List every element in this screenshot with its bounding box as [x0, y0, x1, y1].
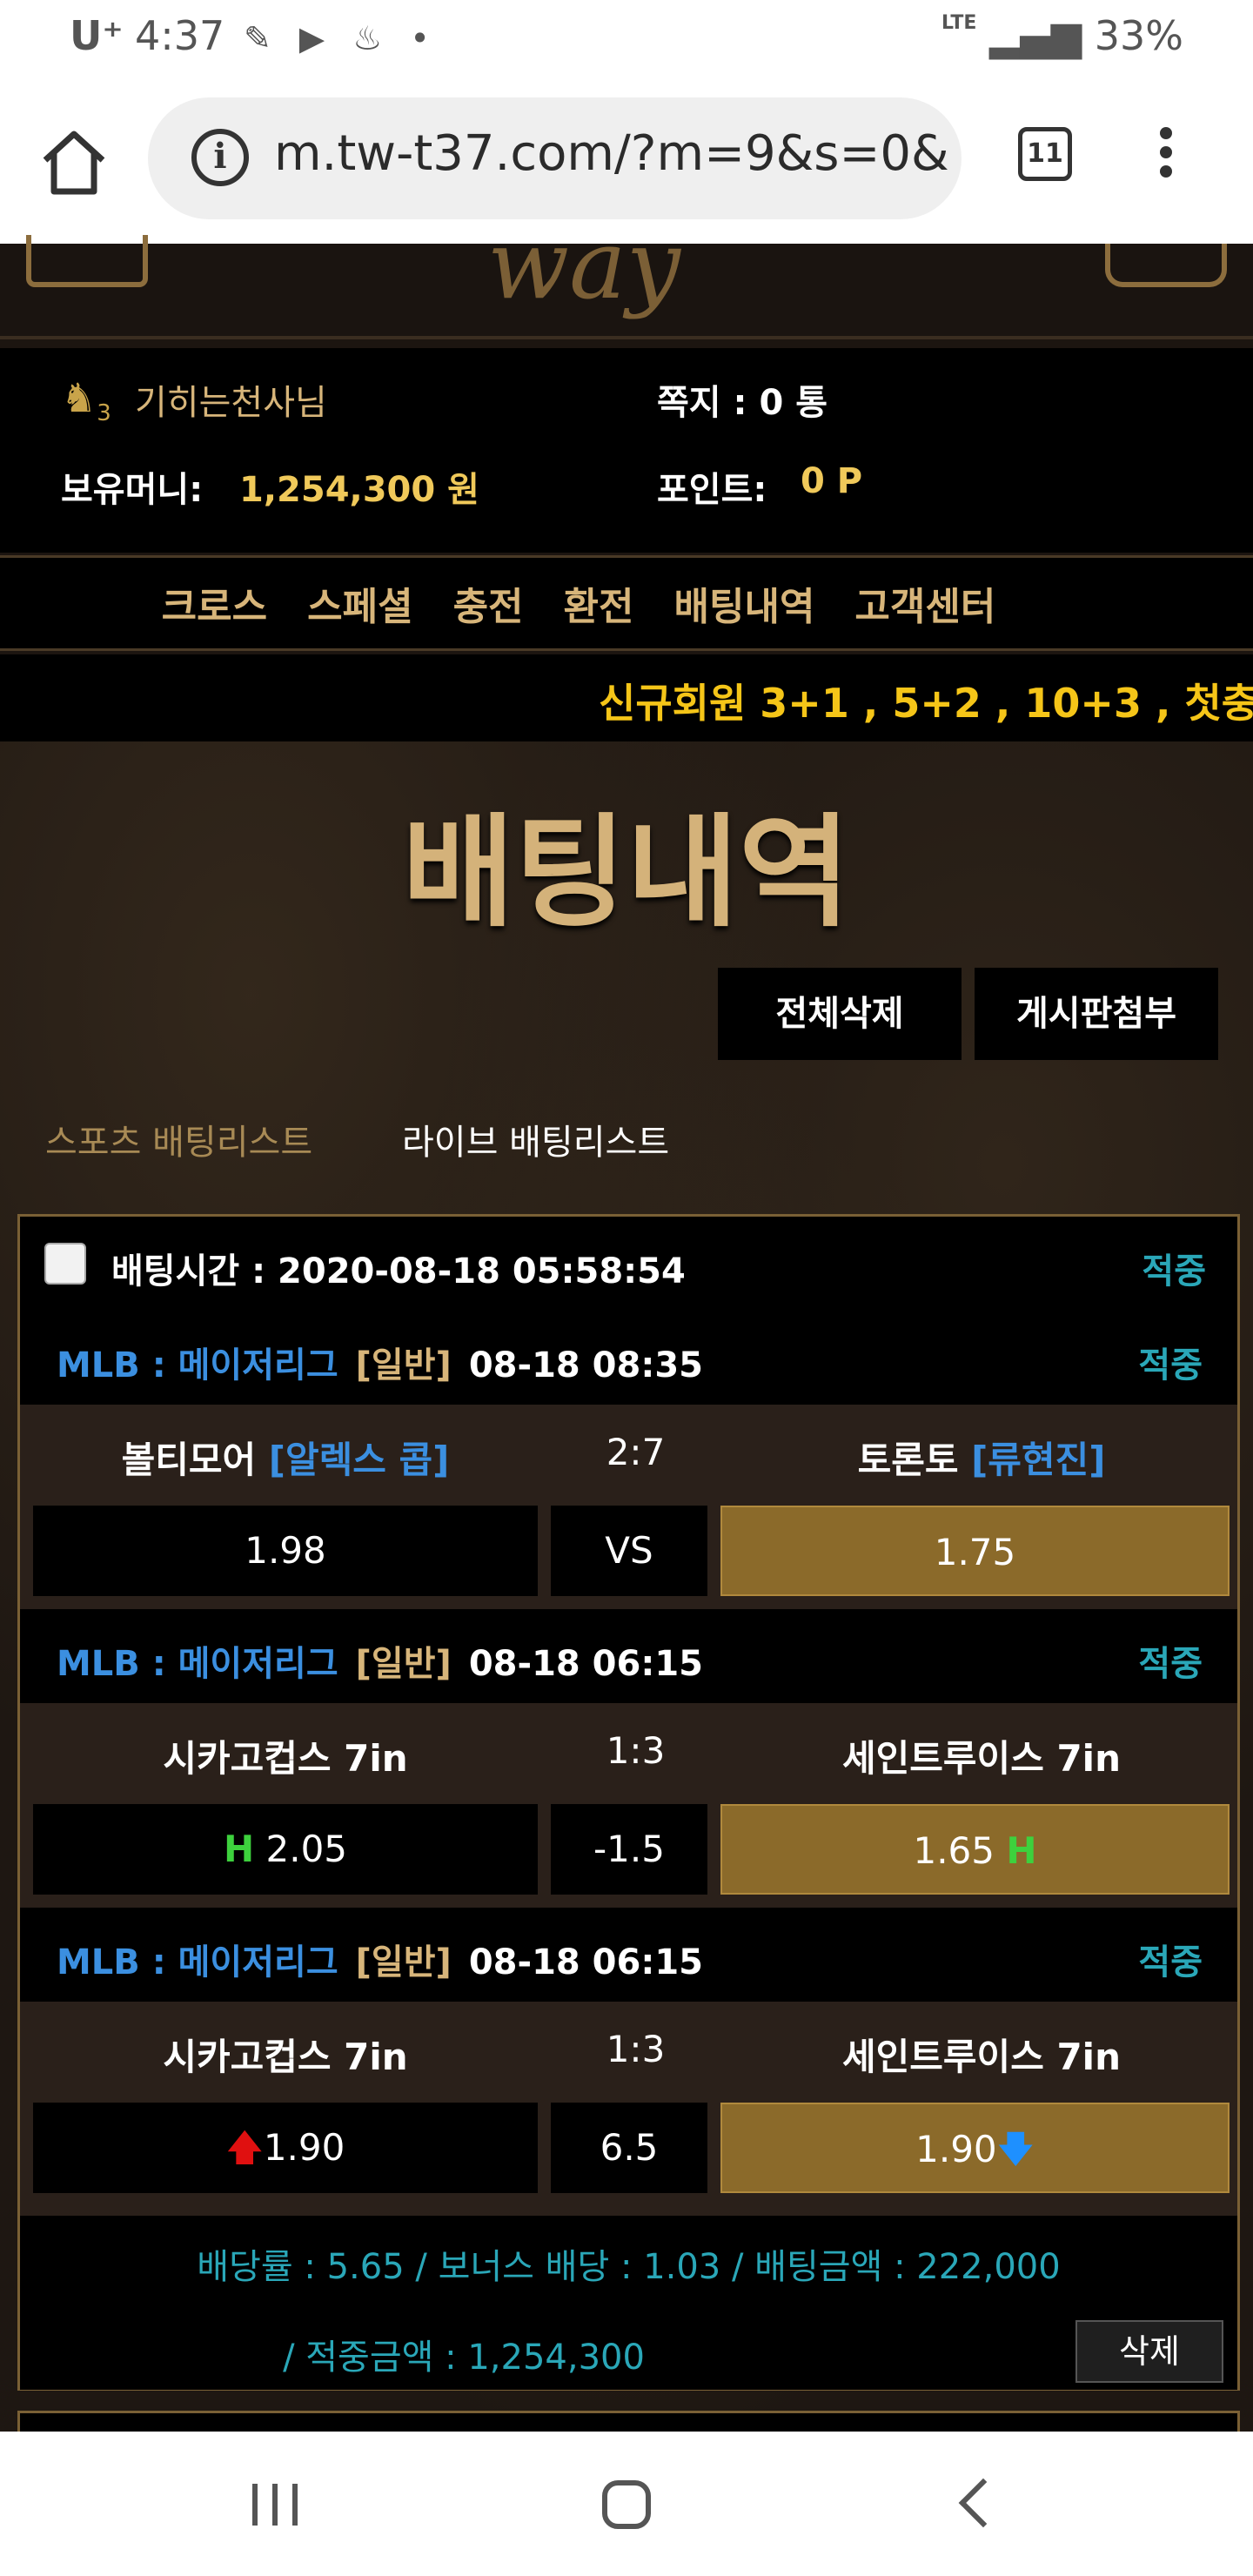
summary-win-amount: / 적중금액 : 1,254,300: [283, 2338, 645, 2378]
home-icon[interactable]: [35, 124, 113, 202]
money-label: 보유머니:: [61, 470, 204, 510]
game-score: 1:3: [606, 2028, 666, 2070]
more-menu-icon[interactable]: [1149, 122, 1183, 191]
tab-sports-betlist[interactable]: 스포츠 배팅리스트: [45, 1114, 312, 1164]
bet-time: 배팅시간 : 2020-08-18 05:58:54: [111, 1251, 686, 1291]
handicap-value: VS: [551, 1506, 707, 1596]
away-team: 토론토 [류현진]: [857, 1439, 1106, 1481]
arrow-down-icon: 🡇: [996, 2128, 1035, 2170]
away-odd-selected: 1.75: [720, 1506, 1230, 1596]
away-team: 세인트루이스 7in: [842, 1737, 1121, 1780]
carrier-label: U⁺: [70, 12, 124, 59]
page-title: 배팅내역: [402, 802, 851, 944]
arrow-up-icon: 🡅: [225, 2126, 264, 2169]
back-icon[interactable]: [958, 2478, 1008, 2528]
game-status: 적중: [1138, 1345, 1203, 1385]
main-nav: 크로스 스페셜 충전 환전 배팅내역 고객센터: [0, 555, 1253, 651]
home-odd: 🡅1.90: [33, 2103, 538, 2193]
nav-item-support[interactable]: 고객센터: [854, 575, 995, 631]
bet-card-header: 배팅시간 : 2020-08-18 05:58:54 적중: [20, 1217, 1237, 1311]
marquee-text: 신규회원 3+1 , 5+2 , 10+3 , 첫충1: [599, 680, 1253, 727]
nav-item-deposit[interactable]: 충전: [453, 575, 524, 631]
bet-summary: 배당률 : 5.65 / 보너스 배당 : 1.03 / 배팅금액 : 222,…: [20, 2216, 1237, 2390]
delete-bet-button[interactable]: 삭제: [1075, 2320, 1223, 2383]
tab-live-betlist[interactable]: 라이브 배팅리스트: [402, 1114, 669, 1164]
notice-marquee: 신규회원 3+1 , 5+2 , 10+3 , 첫충1: [0, 654, 1253, 741]
nav-item-bet-history[interactable]: 배팅내역: [674, 575, 815, 631]
attach-board-button[interactable]: 게시판첨부: [975, 968, 1218, 1060]
site-logo[interactable]: way: [487, 209, 680, 320]
user-icon[interactable]: [1105, 244, 1227, 287]
team-row: 시카고컵스 7in 1:3 세인트루이스 7in: [20, 1703, 1237, 1797]
game-league-row: MLB : 메이저리그 [일반] 08-18 08:35 적중: [20, 1311, 1237, 1405]
notification-icons: ✎ ▶ ♨ •: [244, 19, 439, 57]
game-score: 2:7: [606, 1431, 666, 1473]
over-under-value: 6.5: [551, 2103, 707, 2193]
url-text[interactable]: m.tw-t37.com/?m=9&s=0&: [274, 125, 949, 182]
address-bar[interactable]: i m.tw-t37.com/?m=9&s=0&: [148, 97, 962, 219]
user-info-panel: ♞3 기히는천사님 쪽지 : 0 통 보유머니: 1,254,300 원 포인트…: [0, 348, 1253, 553]
battery-level: 33%: [1094, 12, 1183, 59]
signal-icon: ▂▄▆: [988, 12, 1082, 59]
site-info-icon[interactable]: i: [191, 129, 249, 186]
status-right: LTE ▂▄▆ 33%: [941, 12, 1183, 59]
league-info: MLB : 메이저리그 [일반] 08-18 06:15: [57, 1942, 703, 1982]
nav-item-special[interactable]: 스페셜: [307, 575, 412, 631]
system-nav-bar: [0, 2432, 1253, 2576]
handicap-icon: H: [1006, 1829, 1037, 1872]
game-score: 1:3: [606, 1729, 666, 1772]
menu-grid-icon[interactable]: [26, 235, 148, 287]
home-odd: H 2.05: [33, 1804, 538, 1895]
game-status: 적중: [1138, 1942, 1203, 1982]
site-header: way: [0, 209, 1253, 339]
league-info: MLB : 메이저리그 [일반] 08-18 08:35: [57, 1345, 703, 1385]
level-badge-icon: ♞3: [61, 374, 111, 427]
summary-odds-amount: 배당률 : 5.65 / 보너스 배당 : 1.03 / 배팅금액 : 222,…: [197, 2247, 1061, 2287]
away-odd-selected: 1.90🡇: [720, 2103, 1230, 2193]
status-bar: U⁺ 4:37 ✎ ▶ ♨ • LTE ▂▄▆ 33%: [0, 0, 1253, 78]
away-odd-selected: 1.65 H: [720, 1804, 1230, 1895]
game-league-row: MLB : 메이저리그 [일반] 08-18 06:15 적중: [20, 1908, 1237, 2002]
bet-card: 배팅시간 : 2020-08-18 05:58:54 적중 MLB : 메이저리…: [17, 1214, 1240, 2391]
team-row: 시카고컵스 7in 1:3 세인트루이스 7in: [20, 2002, 1237, 2096]
nav-item-withdraw[interactable]: 환전: [564, 575, 634, 631]
game-status: 적중: [1138, 1644, 1203, 1684]
bet-select-checkbox[interactable]: [44, 1243, 86, 1285]
bet-status: 적중: [1142, 1251, 1206, 1291]
tab-switcher-button[interactable]: 11: [1018, 127, 1072, 181]
handicap-value: -1.5: [551, 1804, 707, 1895]
odds-row: H 2.05 -1.5 1.65 H: [20, 1797, 1237, 1900]
message-count[interactable]: 쪽지 : 0 통: [657, 374, 828, 425]
away-team: 세인트루이스 7in: [842, 2036, 1121, 2078]
money-value: 1,254,300 원: [239, 470, 479, 510]
game-league-row: MLB : 메이저리그 [일반] 08-18 06:15 적중: [20, 1609, 1237, 1703]
odds-row: 1.98 VS 1.75: [20, 1499, 1237, 1601]
delete-all-button[interactable]: 전체삭제: [718, 968, 962, 1060]
nav-item-cross[interactable]: 크로스: [162, 575, 267, 631]
point-value: 0 P: [801, 461, 863, 501]
home-team: 시카고컵스 7in: [163, 1737, 408, 1780]
odds-row: 🡅1.90 6.5 1.90🡇: [20, 2096, 1237, 2198]
point-label: 포인트:: [657, 470, 767, 510]
home-team: 볼티모어 [알렉스 콥]: [121, 1439, 450, 1481]
handicap-icon: H: [223, 1828, 255, 1870]
home-button-icon[interactable]: [602, 2480, 651, 2529]
clock: 4:37: [135, 12, 225, 59]
home-team: 시카고컵스 7in: [163, 2036, 408, 2078]
nickname: 기히는천사님: [135, 383, 327, 423]
home-odd: 1.98: [33, 1506, 538, 1596]
league-info: MLB : 메이저리그 [일반] 08-18 06:15: [57, 1644, 703, 1684]
team-row: 볼티모어 [알렉스 콥] 2:7 토론토 [류현진]: [20, 1405, 1237, 1499]
recents-icon[interactable]: [252, 2484, 298, 2526]
lte-icon: LTE: [941, 12, 977, 34]
